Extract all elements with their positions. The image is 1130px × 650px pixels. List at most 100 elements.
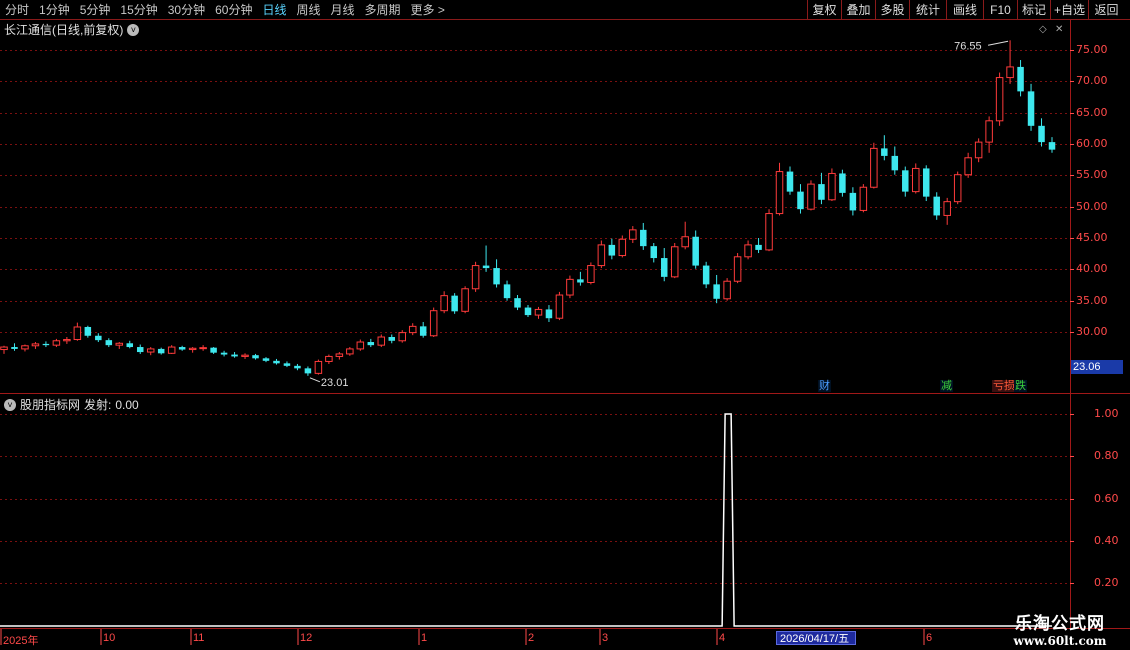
candle-body	[1027, 91, 1035, 126]
indicator-axis-label: 1.00	[1094, 407, 1119, 420]
candle-body	[115, 342, 124, 346]
price-axis-label: 30.00	[1076, 325, 1108, 338]
candle-body	[839, 173, 846, 193]
candle-body	[849, 192, 857, 211]
candle-body	[451, 295, 458, 312]
indicator-axis-label: 0.60	[1094, 491, 1119, 505]
candle-body	[42, 343, 50, 346]
candle-body	[545, 309, 553, 319]
time-axis-label: 1	[421, 632, 428, 644]
candle-body	[881, 148, 888, 156]
price-axis-label: 40.00	[1076, 262, 1108, 276]
candle-body	[220, 352, 228, 355]
candle-body	[146, 348, 155, 353]
price-axis-label: 55.00	[1076, 168, 1108, 182]
candle-body	[178, 347, 186, 350]
candle-body	[314, 360, 323, 374]
price-axis-label: 50.00	[1076, 199, 1108, 213]
event-marker[interactable]: 亏损	[992, 380, 1016, 392]
current-price-box: 23.06	[1071, 360, 1123, 374]
candle-body	[723, 280, 731, 300]
candle-body	[503, 284, 511, 299]
watermark-title: 乐淘公式网	[1015, 614, 1105, 634]
candle-body	[1038, 125, 1045, 143]
candle-body	[902, 170, 909, 192]
candle-body	[95, 335, 102, 341]
time-axis-label: 4	[719, 632, 726, 644]
candle-body	[294, 365, 301, 369]
price-axis-label: 65.00	[1076, 105, 1108, 119]
candle-body	[304, 368, 312, 374]
candle-body	[859, 186, 868, 211]
candle-body	[650, 246, 658, 259]
low-pointer	[309, 377, 321, 383]
candle-body	[566, 278, 574, 296]
candle-body	[52, 340, 61, 346]
candle-body	[702, 265, 710, 285]
candle-body	[818, 184, 825, 200]
event-marker[interactable]: 跌	[1014, 380, 1027, 392]
candle-body	[974, 141, 983, 159]
price-axis-label: 60.00	[1076, 137, 1108, 150]
candle-body	[577, 279, 584, 283]
candle-body	[744, 244, 752, 258]
indicator-title-bar: ˅ 股朋指标网 发射: 0.00	[4, 396, 139, 413]
candle-body	[482, 265, 490, 269]
candle-body	[534, 308, 543, 316]
candle-body	[126, 343, 134, 348]
watermark: 乐淘公式网 www.60lt.com	[1000, 609, 1120, 648]
candle-body	[105, 340, 113, 346]
time-axis-label: 2025年	[3, 635, 39, 647]
candle-body	[493, 268, 500, 285]
diamond-icon[interactable]: ◇	[1039, 24, 1047, 35]
candle-body	[933, 196, 940, 216]
candle-body	[514, 298, 521, 308]
candle-body	[408, 325, 417, 334]
price-axis-label: 70.00	[1076, 74, 1108, 88]
candle-body	[660, 258, 668, 277]
price-axis-label: 75.00	[1076, 43, 1108, 56]
candle-body	[419, 326, 427, 336]
candle-body	[618, 238, 627, 257]
time-axis-label: 11	[193, 632, 205, 644]
price-axis-label: 45.00	[1076, 231, 1108, 244]
candle-body	[262, 358, 270, 361]
candle-body	[63, 339, 71, 342]
candle-body	[252, 355, 259, 359]
time-axis-label: 10	[103, 632, 116, 644]
event-marker[interactable]: 减	[940, 380, 953, 392]
candle-body	[713, 284, 720, 299]
time-axis-label: 6	[926, 632, 933, 644]
candle-body	[388, 337, 396, 341]
chevron-down-icon[interactable]: ˅	[4, 398, 16, 411]
candle-body	[199, 347, 207, 350]
candle-body	[188, 347, 197, 351]
event-marker[interactable]: 财	[818, 380, 831, 392]
time-axis-label: 3	[602, 632, 609, 644]
candle-body	[608, 244, 616, 256]
high-pointer	[987, 40, 1009, 46]
indicator-signal-label: 发射:	[84, 398, 112, 412]
candle-body	[670, 246, 679, 278]
candle-body	[629, 229, 637, 240]
candle-body	[429, 310, 438, 337]
candle-body	[597, 244, 606, 267]
candle-body	[587, 265, 595, 283]
candle-body	[786, 171, 794, 192]
candle-body	[346, 348, 354, 355]
candle-body	[21, 345, 29, 350]
low-price-label: 23.01	[321, 377, 349, 389]
candle-body	[1006, 66, 1014, 79]
candle-body	[912, 167, 920, 193]
candle-body	[807, 183, 815, 210]
candle-body	[231, 354, 238, 357]
close-icon[interactable]: ✕	[1055, 24, 1063, 35]
candle-body	[681, 236, 689, 248]
candle-body	[325, 355, 333, 362]
candle-body	[953, 174, 962, 203]
candle-body	[985, 120, 993, 143]
indicator-signal-line	[0, 413, 1052, 627]
time-axis-label: 2	[528, 632, 535, 644]
candle-body	[136, 347, 144, 353]
candle-body	[964, 157, 972, 176]
